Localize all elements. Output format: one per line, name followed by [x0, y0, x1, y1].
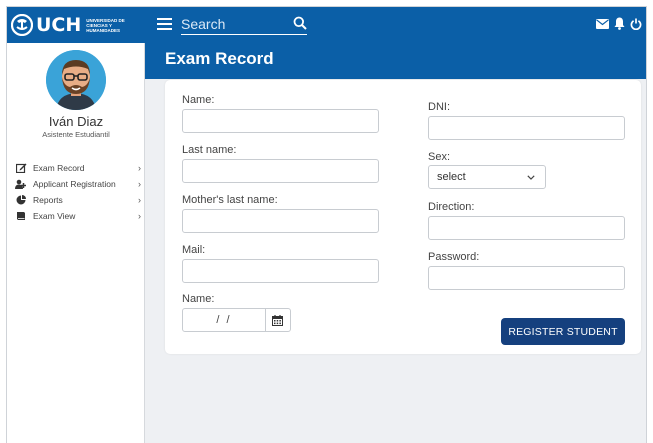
- user-role: Asistente Estudiantil: [42, 130, 110, 139]
- users-icon: [15, 179, 27, 189]
- chevron-down-icon: [527, 174, 535, 180]
- sidebar-item-exam-record[interactable]: Exam Record ›: [15, 160, 141, 176]
- chevron-right-icon: ›: [138, 211, 141, 221]
- mail-icon[interactable]: [596, 18, 609, 29]
- brand-name: UCH: [36, 14, 82, 36]
- search-icon[interactable]: [293, 16, 307, 30]
- last-name-label: Last name:: [182, 144, 237, 156]
- name-label: Name:: [182, 94, 215, 106]
- sidebar-item-reports[interactable]: Reports ›: [15, 192, 141, 208]
- sidebar-item-label: Exam Record: [33, 163, 85, 173]
- sidebar-item-applicant-registration[interactable]: Applicant Registration ›: [15, 176, 141, 192]
- bell-icon[interactable]: [614, 17, 625, 30]
- password-field[interactable]: [428, 266, 625, 290]
- mothers-last-name-label: Mother's last name:: [182, 194, 278, 206]
- top-bar: UCH UNIVERSIDAD DE CIENCIAS Y HUMANIDADE…: [7, 7, 646, 43]
- name-field[interactable]: [182, 109, 379, 133]
- sex-label: Sex:: [428, 151, 451, 163]
- mail-label: Mail:: [182, 244, 206, 256]
- sidebar-nav: Exam Record › Applicant Registration › R…: [15, 160, 141, 224]
- date-value[interactable]: / /: [183, 314, 265, 326]
- page-title: Exam Record: [165, 49, 274, 68]
- calendar-button[interactable]: [265, 309, 289, 331]
- top-actions: [596, 17, 642, 30]
- brand-subtitle: UNIVERSIDAD DE CIENCIAS Y HUMANIDADES: [86, 17, 125, 33]
- book-icon: [15, 211, 27, 221]
- mothers-last-name-field[interactable]: [182, 209, 379, 233]
- calendar-icon: [272, 314, 283, 326]
- brand-logo[interactable]: UCH UNIVERSIDAD DE CIENCIAS Y HUMANIDADE…: [11, 11, 132, 39]
- chevron-right-icon: ›: [138, 195, 141, 205]
- register-student-button[interactable]: REGISTER STUDENT: [501, 318, 625, 345]
- last-name-field[interactable]: [182, 159, 379, 183]
- pie-chart-icon: [15, 195, 27, 205]
- direction-field[interactable]: [428, 216, 625, 240]
- avatar[interactable]: [46, 50, 106, 110]
- date-field[interactable]: / /: [182, 308, 291, 332]
- user-name: Iván Diaz: [48, 114, 104, 129]
- sidebar-item-label: Applicant Registration: [33, 179, 116, 189]
- sex-select[interactable]: select: [428, 165, 546, 189]
- sidebar-item-label: Reports: [33, 195, 63, 205]
- dni-label: DNI:: [428, 101, 450, 113]
- dni-field[interactable]: [428, 116, 625, 140]
- chevron-right-icon: ›: [138, 163, 141, 173]
- sex-select-value: select: [437, 171, 466, 183]
- sidebar: Iván Diaz Asistente Estudiantil Exam Rec…: [7, 43, 145, 443]
- power-icon[interactable]: [630, 18, 642, 30]
- mail-field[interactable]: [182, 259, 379, 283]
- user-avatar-icon: [46, 50, 106, 110]
- sidebar-item-label: Exam View: [33, 211, 76, 221]
- exam-record-form: Name: Last name: Mother's last name: Mai…: [165, 80, 641, 354]
- date-label: Name:: [182, 293, 215, 305]
- hamburger-menu-icon[interactable]: [157, 18, 172, 30]
- page-header: Exam Record: [145, 43, 646, 79]
- search-input[interactable]: [181, 13, 287, 34]
- password-label: Password:: [428, 251, 480, 263]
- university-logo-icon: [11, 14, 33, 36]
- sidebar-item-exam-view[interactable]: Exam View ›: [15, 208, 141, 224]
- search-bar: [181, 13, 307, 35]
- chevron-right-icon: ›: [138, 179, 141, 189]
- app-window: UCH UNIVERSIDAD DE CIENCIAS Y HUMANIDADE…: [6, 6, 647, 443]
- edit-icon: [15, 163, 27, 173]
- direction-label: Direction:: [428, 201, 475, 213]
